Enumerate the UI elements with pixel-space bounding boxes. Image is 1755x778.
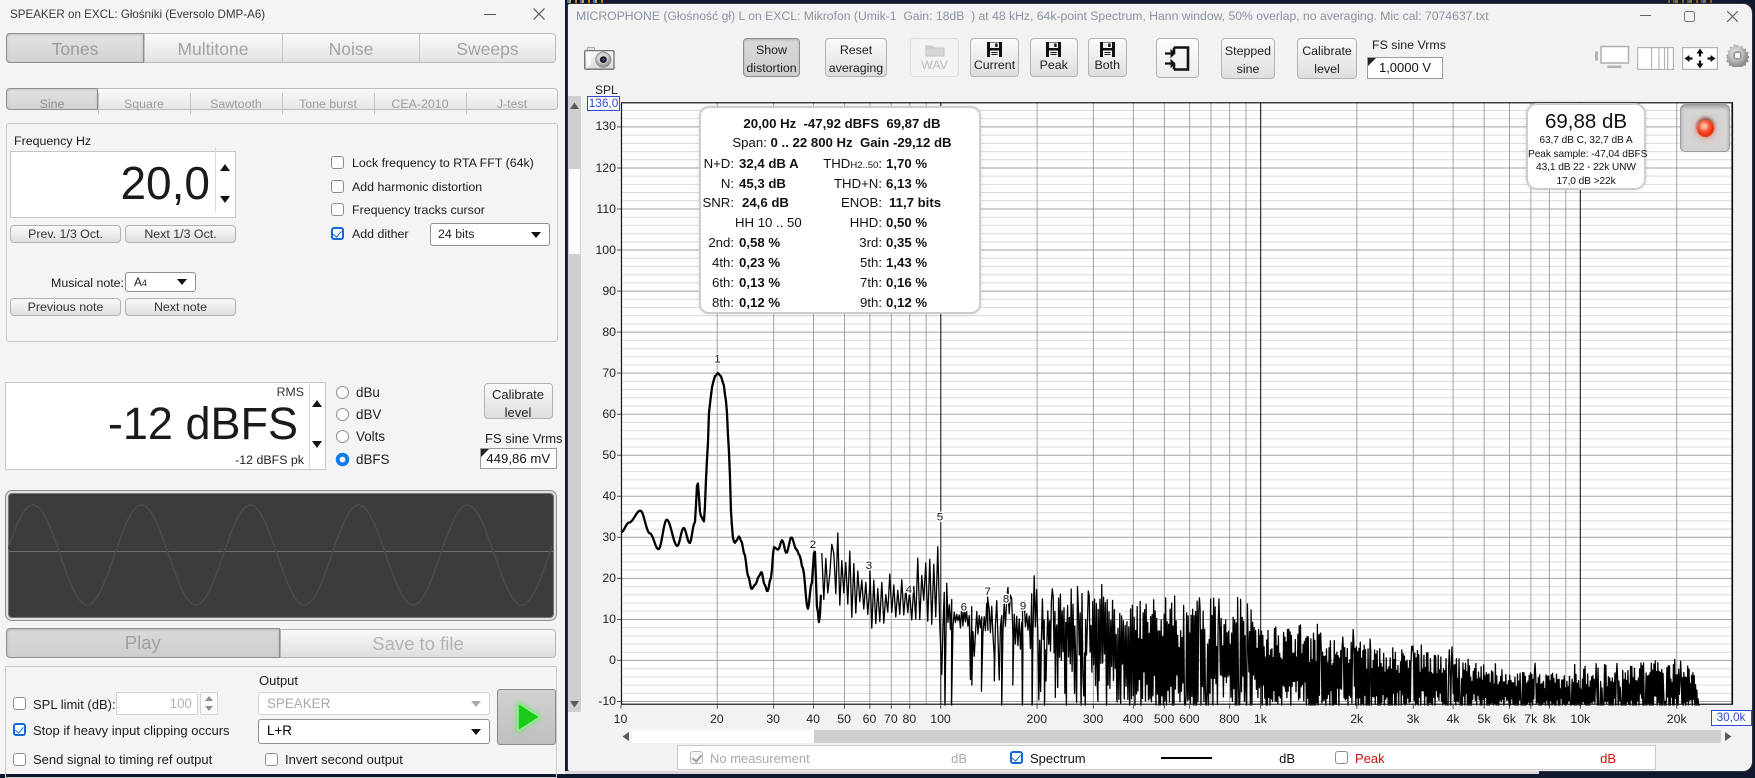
svg-text:3: 3 bbox=[865, 560, 871, 572]
svg-text:7: 7 bbox=[984, 586, 990, 598]
svg-text:1: 1 bbox=[714, 354, 720, 366]
svg-text:2: 2 bbox=[809, 539, 815, 551]
svg-text:5: 5 bbox=[936, 512, 942, 524]
svg-text:4: 4 bbox=[905, 584, 912, 596]
svg-text:8: 8 bbox=[1002, 594, 1008, 606]
svg-text:9: 9 bbox=[1019, 601, 1025, 613]
svg-text:6: 6 bbox=[960, 602, 966, 614]
